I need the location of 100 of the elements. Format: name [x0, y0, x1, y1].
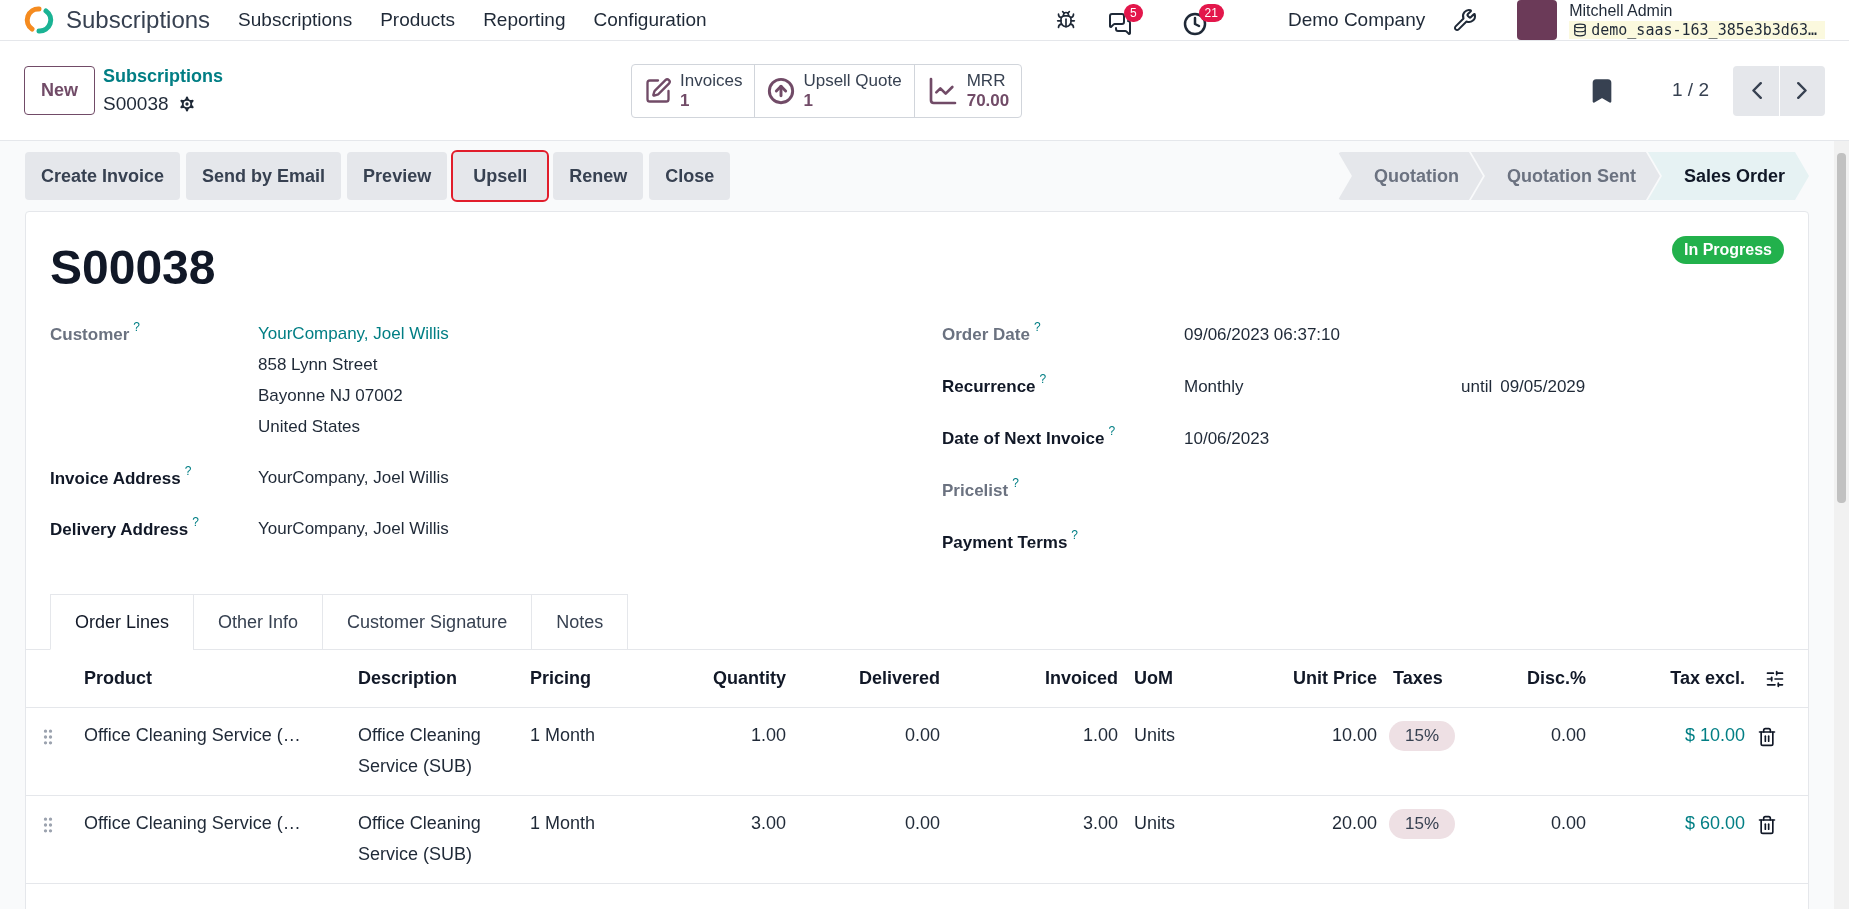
- field-label: Pricelist: [942, 480, 1009, 502]
- smart-button[interactable]: MRR 70.00: [913, 64, 1022, 117]
- table-cell[interactable]: $ 60.00: [1586, 808, 1745, 839]
- record-title: S00038: [50, 244, 216, 292]
- address-line: Bayonne NJ 07002: [258, 385, 404, 407]
- bug-icon[interactable]: [1055, 10, 1076, 30]
- count-badge: 5: [1123, 4, 1143, 22]
- company-name[interactable]: Demo Company: [1287, 5, 1426, 35]
- tools-icon[interactable]: [1453, 8, 1478, 32]
- column-header[interactable]: UoM: [1118, 665, 1226, 692]
- table-cell-text: 1.00: [749, 724, 786, 747]
- column-header[interactable]: Invoiced: [940, 665, 1118, 692]
- column-header[interactable]: Disc.%: [1486, 665, 1586, 692]
- clock-icon[interactable]: [1182, 12, 1207, 36]
- table-cell-text: Office Cleaning Service (SUB): [358, 812, 482, 866]
- smart-button[interactable]: Invoices 1: [632, 64, 755, 117]
- field-label: Order Date: [942, 324, 1030, 346]
- arrow-up-circle-icon: [767, 76, 796, 105]
- stage-button[interactable]: Quotation Sent: [1470, 152, 1660, 200]
- table-cell-text: 0.00: [903, 812, 940, 835]
- scrollbar[interactable]: [1834, 141, 1849, 909]
- field-label: Payment Terms: [942, 532, 1068, 554]
- tab[interactable]: Notes: [531, 594, 629, 650]
- until-label: until: [1461, 376, 1493, 398]
- table-cell[interactable]: $ 10.00: [1586, 720, 1745, 751]
- user-name: Mitchell Admin: [1569, 0, 1674, 21]
- record-name: S00038: [103, 91, 169, 116]
- stage-button[interactable]: Sales Order: [1647, 152, 1809, 200]
- column-header[interactable]: Quantity: [626, 665, 786, 692]
- table-cell-text: 0.00: [903, 724, 940, 747]
- field-value: 10/06/2023: [1184, 428, 1271, 450]
- table-cell-text: 0.00: [1549, 724, 1586, 747]
- help-mark[interactable]: ?: [192, 513, 199, 544]
- field-label: Recurrence: [942, 376, 1036, 398]
- help-mark[interactable]: ?: [133, 318, 141, 442]
- help-mark[interactable]: ?: [1039, 370, 1047, 398]
- action-button[interactable]: Close: [649, 152, 731, 200]
- action-button[interactable]: Upsell: [453, 152, 548, 200]
- breadcrumb-link[interactable]: Subscriptions: [103, 62, 224, 90]
- column-header[interactable]: Pricing: [530, 665, 626, 692]
- help-mark[interactable]: ?: [1033, 318, 1041, 346]
- tax-tag: 15%: [1389, 721, 1456, 751]
- pager-value[interactable]: 1 / 2: [1672, 76, 1709, 105]
- column-header[interactable]: Product: [84, 665, 358, 692]
- action-button[interactable]: Preview: [347, 152, 448, 200]
- table-cell-text: 1.00: [1081, 724, 1118, 747]
- next-button[interactable]: [1779, 65, 1825, 116]
- field-label: Date of Next Invoice: [942, 428, 1105, 450]
- avatar[interactable]: [1517, 0, 1558, 40]
- help-mark[interactable]: ?: [1012, 474, 1019, 502]
- delete-icon[interactable]: [1757, 815, 1777, 835]
- app-name[interactable]: Subscriptions: [66, 2, 211, 38]
- smart-button-value: 1: [680, 90, 691, 111]
- field-label: Customer: [50, 324, 130, 346]
- column-header[interactable]: Description: [358, 665, 530, 692]
- tab[interactable]: Other Info: [193, 594, 324, 650]
- menu-link[interactable]: Reporting: [483, 5, 566, 35]
- table-cell-text: 1 Month: [530, 812, 597, 835]
- field-value: YourCompany, Joel Willis: [258, 467, 449, 489]
- column-settings-icon[interactable]: [1765, 668, 1785, 689]
- column-header[interactable]: Unit Price: [1226, 665, 1377, 692]
- status-badge: In Progress: [1671, 236, 1784, 264]
- previous-button[interactable]: [1733, 65, 1779, 116]
- smart-button-value: 70.00: [966, 90, 1010, 111]
- table-cell-text: 3.00: [1081, 812, 1118, 835]
- smart-button[interactable]: Upsell Quote 1: [754, 64, 914, 117]
- chat-icon[interactable]: [1107, 12, 1132, 36]
- smart-button-label: Invoices: [680, 70, 743, 91]
- help-mark[interactable]: ?: [1071, 526, 1079, 554]
- menu-link[interactable]: Configuration: [593, 5, 707, 35]
- tab[interactable]: Order Lines: [50, 594, 195, 650]
- smart-button-label: Upsell Quote: [803, 70, 902, 91]
- new-button[interactable]: New: [24, 66, 95, 115]
- field-value[interactable]: YourCompany, Joel Willis: [258, 318, 449, 349]
- help-mark[interactable]: ?: [184, 462, 192, 493]
- menu-link[interactable]: Products: [380, 5, 456, 35]
- field-value: Monthly: [1184, 376, 1245, 398]
- field-value: YourCompany, Joel Willis: [258, 518, 449, 540]
- column-header[interactable]: Tax excl.: [1586, 665, 1745, 692]
- table-cell-text: Units: [1133, 724, 1176, 747]
- table-cell-text: 0.00: [1549, 812, 1586, 835]
- action-button[interactable]: Create Invoice: [25, 152, 181, 200]
- action-button[interactable]: Send by Email: [186, 152, 342, 200]
- column-header[interactable]: Delivered: [786, 665, 940, 692]
- action-button[interactable]: Renew: [553, 152, 644, 200]
- table-cell-text: 10.00: [1330, 724, 1377, 747]
- chevron-left-icon: [1750, 82, 1762, 99]
- stage-button[interactable]: Quotation: [1337, 152, 1483, 200]
- menu-link[interactable]: Subscriptions: [238, 5, 353, 35]
- chevron-right-icon: [1797, 82, 1808, 99]
- smart-button-label: MRR: [966, 70, 1007, 91]
- database-name: demo_saas-163_385e3b3d63…: [1591, 20, 1817, 40]
- help-mark[interactable]: ?: [1108, 422, 1116, 450]
- delete-icon[interactable]: [1757, 727, 1777, 747]
- app-logo-icon: [24, 5, 54, 35]
- edit-icon: [644, 76, 673, 105]
- column-header[interactable]: Taxes: [1377, 665, 1486, 692]
- table-cell-text: 20.00: [1330, 812, 1377, 835]
- table-cell-text: 1 Month: [530, 724, 597, 747]
- smart-button-value: 1: [803, 90, 814, 111]
